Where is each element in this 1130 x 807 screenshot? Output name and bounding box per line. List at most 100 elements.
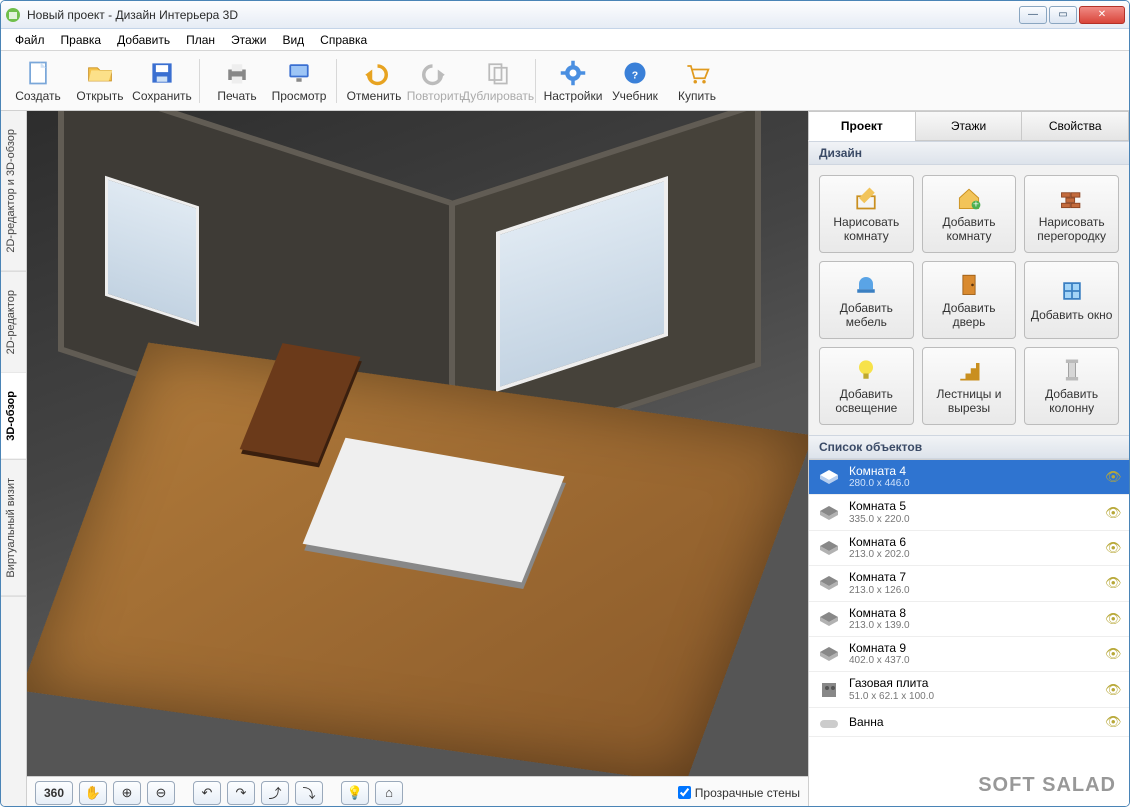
stairs-button[interactable]: Лестницы и вырезы [922, 347, 1017, 425]
zoom-in-button[interactable]: ⊕ [113, 781, 141, 805]
add-furniture-button[interactable]: Добавить мебель [819, 261, 914, 339]
open-button[interactable]: Открыть [69, 53, 131, 109]
menu-plan[interactable]: План [178, 31, 223, 49]
box-icon [817, 644, 841, 664]
transparent-walls-checkbox[interactable] [678, 786, 691, 799]
tab-virtual-visit[interactable]: Виртуальный визит [1, 460, 26, 597]
settings-button[interactable]: Настройки [542, 53, 604, 109]
list-item[interactable]: Ванна 👁 [809, 708, 1129, 737]
redo-icon [422, 59, 450, 87]
list-item[interactable]: Комната 6213.0 x 202.0👁 [809, 531, 1129, 566]
transparent-walls-toggle[interactable]: Прозрачные стены [678, 786, 800, 800]
menu-file[interactable]: Файл [7, 31, 53, 49]
visibility-icon[interactable]: 👁 [1105, 646, 1121, 662]
visibility-icon[interactable]: 👁 [1105, 469, 1121, 485]
list-item[interactable]: Комната 4280.0 x 446.0 👁 [809, 460, 1129, 495]
document-icon [24, 59, 52, 87]
objects-header: Список объектов [809, 435, 1129, 459]
list-item[interactable]: Комната 8213.0 x 139.0👁 [809, 602, 1129, 637]
object-name: Комната 8 [849, 606, 1097, 620]
add-room-button[interactable]: +Добавить комнату [922, 175, 1017, 253]
visibility-icon[interactable]: 👁 [1105, 714, 1121, 730]
add-door-button[interactable]: Добавить дверь [922, 261, 1017, 339]
tab-2d-3d[interactable]: 2D-редактор и 3D-обзор [1, 111, 26, 272]
list-item[interactable]: Газовая плита51.0 x 62.1 x 100.0 👁 [809, 672, 1129, 707]
toolbar: Создать Открыть Сохранить Печать Просмот… [1, 51, 1129, 111]
3d-viewport[interactable] [27, 111, 808, 776]
save-button[interactable]: Сохранить [131, 53, 193, 109]
new-button[interactable]: Создать [7, 53, 69, 109]
close-button[interactable]: ✕ [1079, 6, 1125, 24]
printer-icon [223, 59, 251, 87]
object-name: Комната 9 [849, 641, 1097, 655]
toolbar-sep [336, 59, 337, 103]
undo-button[interactable]: Отменить [343, 53, 405, 109]
object-dimensions: 402.0 x 437.0 [849, 655, 1097, 667]
object-name: Комната 7 [849, 570, 1097, 584]
preview-button[interactable]: Просмотр [268, 53, 330, 109]
visibility-icon[interactable]: 👁 [1105, 540, 1121, 556]
object-name: Ванна [849, 715, 1097, 729]
object-name: Комната 4 [849, 464, 1097, 478]
object-dimensions: 213.0 x 126.0 [849, 585, 1097, 597]
visibility-icon[interactable]: 👁 [1105, 575, 1121, 591]
object-dimensions: 51.0 x 62.1 x 100.0 [849, 691, 1097, 703]
redo-button[interactable]: Повторить [405, 53, 467, 109]
draw-partition-button[interactable]: Нарисовать перегородку [1024, 175, 1119, 253]
menu-help[interactable]: Справка [312, 31, 375, 49]
tutorial-button[interactable]: ?Учебник [604, 53, 666, 109]
right-panel: Проект Этажи Свойства Дизайн Нарисовать … [809, 111, 1129, 807]
list-item[interactable]: Комната 9402.0 x 437.0 👁 [809, 637, 1129, 672]
menu-add[interactable]: Добавить [109, 31, 178, 49]
object-name: Комната 5 [849, 499, 1097, 513]
add-light-button[interactable]: Добавить освещение [819, 347, 914, 425]
object-name: Комната 6 [849, 535, 1097, 549]
zoom-out-button[interactable]: ⊖ [147, 781, 175, 805]
draw-room-button[interactable]: Нарисовать комнату [819, 175, 914, 253]
box-icon [817, 573, 841, 593]
tab-project[interactable]: Проект [808, 111, 916, 141]
light-button[interactable]: 💡 [341, 781, 369, 805]
buy-button[interactable]: Купить [666, 53, 728, 109]
object-name: Газовая плита [849, 676, 1097, 690]
add-column-button[interactable]: Добавить колонну [1024, 347, 1119, 425]
gear-icon [559, 59, 587, 87]
list-item[interactable]: Комната 5335.0 x 220.0👁 [809, 495, 1129, 530]
tab-2d-editor[interactable]: 2D-редактор [1, 272, 26, 373]
minimize-button[interactable]: — [1019, 6, 1047, 24]
scene-3d [27, 111, 808, 776]
tab-properties[interactable]: Свойства [1021, 111, 1129, 141]
menu-edit[interactable]: Правка [53, 31, 110, 49]
chair-icon [852, 270, 880, 298]
object-dimensions: 280.0 x 446.0 [849, 478, 1097, 490]
tilt-down-button[interactable]: ⤵ [295, 781, 323, 805]
svg-text:+: + [973, 199, 979, 211]
tab-floors[interactable]: Этажи [915, 111, 1023, 141]
menu-floors[interactable]: Этажи [223, 31, 274, 49]
list-item[interactable]: Комната 7213.0 x 126.0 👁 [809, 566, 1129, 601]
print-button[interactable]: Печать [206, 53, 268, 109]
tab-3d-view[interactable]: 3D-обзор [1, 373, 26, 460]
pan-button[interactable]: ✋ [79, 781, 107, 805]
tilt-up-button[interactable]: ⤴ [261, 781, 289, 805]
visibility-icon[interactable]: 👁 [1105, 505, 1121, 521]
add-window-button[interactable]: Добавить окно [1024, 261, 1119, 339]
object-list[interactable]: Комната 4280.0 x 446.0👁Комната 5335.0 x … [809, 459, 1129, 807]
door-icon [955, 270, 983, 298]
column-icon [1058, 356, 1086, 384]
titlebar: Новый проект - Дизайн Интерьера 3D — ▭ ✕ [1, 1, 1129, 29]
maximize-button[interactable]: ▭ [1049, 6, 1077, 24]
rotate-left-button[interactable]: ↶ [193, 781, 221, 805]
rotate-right-button[interactable]: ↷ [227, 781, 255, 805]
rotate-360-button[interactable]: 360 [35, 781, 73, 805]
home-button[interactable]: ⌂ [375, 781, 403, 805]
left-tabs: 2D-редактор и 3D-обзор 2D-редактор 3D-об… [1, 111, 27, 807]
design-header: Дизайн [809, 141, 1129, 165]
box-icon [817, 609, 841, 629]
window-buttons: — ▭ ✕ [1019, 6, 1125, 24]
menu-view[interactable]: Вид [274, 31, 312, 49]
design-grid: Нарисовать комнату +Добавить комнату Нар… [809, 165, 1129, 435]
visibility-icon[interactable]: 👁 [1105, 682, 1121, 698]
visibility-icon[interactable]: 👁 [1105, 611, 1121, 627]
duplicate-button[interactable]: Дублировать [467, 53, 529, 109]
